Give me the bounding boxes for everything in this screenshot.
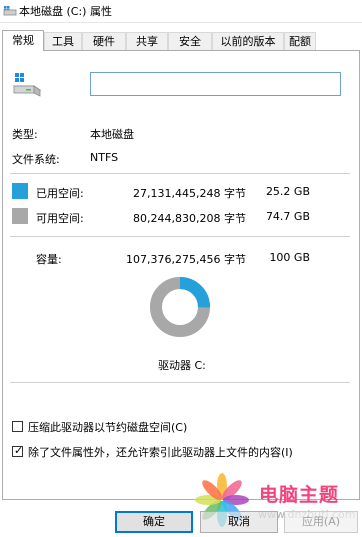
used-space-label: 已用空间: xyxy=(36,187,84,200)
tab-general[interactable]: 常规 xyxy=(2,30,44,51)
used-space-swatch xyxy=(12,183,28,199)
divider xyxy=(10,382,350,383)
window-title: 本地磁盘 (C:) 属性 xyxy=(19,5,112,18)
tab-tools[interactable]: 工具 xyxy=(44,32,82,50)
cancel-button[interactable]: 取消 xyxy=(200,511,278,533)
divider xyxy=(10,236,350,237)
title-bar: 本地磁盘 (C:) 属性 xyxy=(0,0,362,23)
drive-name-input[interactable] xyxy=(90,72,341,96)
index-label[interactable]: 除了文件属性外，还允许索引此驱动器上文件的内容(I) xyxy=(28,444,293,460)
used-space-bytes: 27,131,445,248 字节 xyxy=(133,187,246,200)
free-space-swatch xyxy=(12,208,28,224)
tab-security[interactable]: 安全 xyxy=(168,32,212,50)
usage-donut-chart xyxy=(150,277,210,337)
free-space-label: 可用空间: xyxy=(36,212,84,225)
capacity-size: 100 GB xyxy=(269,251,310,264)
watermark-name: 电脑主题 xyxy=(259,484,340,506)
type-value: 本地磁盘 xyxy=(90,128,134,141)
tab-quota[interactable]: 配额 xyxy=(284,32,316,50)
divider xyxy=(10,173,350,174)
drive-icon xyxy=(12,73,42,97)
drive-letter-label: 驱动器 C: xyxy=(158,359,206,372)
compress-checkbox[interactable] xyxy=(12,421,23,432)
tab-previous-versions[interactable]: 以前的版本 xyxy=(212,32,284,50)
tab-hardware[interactable]: 硬件 xyxy=(82,32,126,50)
free-space-size: 74.7 GB xyxy=(265,210,310,223)
tab-sharing[interactable]: 共享 xyxy=(126,32,168,50)
drive-icon xyxy=(3,6,17,16)
compress-label[interactable]: 压缩此驱动器以节约磁盘空间(C) xyxy=(28,419,187,435)
used-space-size: 25.2 GB xyxy=(265,185,310,198)
type-label: 类型: xyxy=(12,128,38,141)
apply-button[interactable]: 应用(A) xyxy=(284,511,358,533)
ok-button[interactable]: 确定 xyxy=(115,511,193,533)
filesystem-value: NTFS xyxy=(90,151,119,164)
capacity-label: 容量: xyxy=(36,253,62,266)
tab-strip: 常规 工具 硬件 共享 安全 以前的版本 配额 xyxy=(0,30,362,51)
checkmark-icon: ✓ xyxy=(14,444,24,457)
free-space-bytes: 80,244,830,208 字节 xyxy=(133,212,246,225)
index-checkbox[interactable]: ✓ xyxy=(12,444,24,457)
filesystem-label: 文件系统: xyxy=(12,153,60,166)
capacity-bytes: 107,376,275,456 字节 xyxy=(126,253,246,266)
